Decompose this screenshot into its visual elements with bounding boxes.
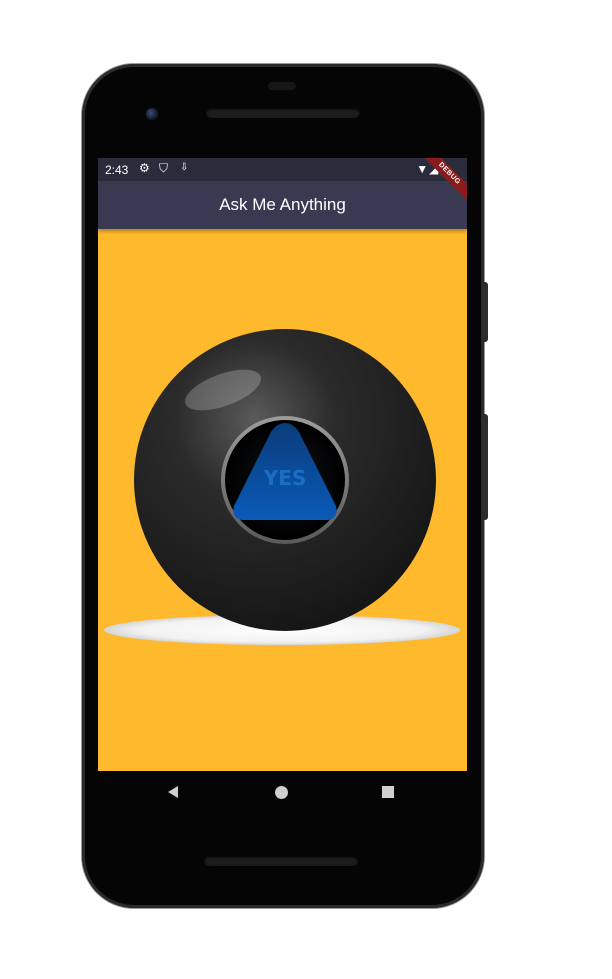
- shield-icon: ⛉: [159, 161, 169, 175]
- system-nav-bar: [98, 771, 467, 815]
- recent-apps-icon[interactable]: [382, 786, 394, 798]
- magic-ball-container[interactable]: YES: [98, 328, 467, 668]
- app-bar: Ask Me Anything: [98, 181, 467, 229]
- bottom-speaker: [204, 856, 358, 866]
- top-sensor: [268, 82, 296, 90]
- wifi-icon: ▼: [416, 162, 430, 176]
- volume-button: [483, 414, 488, 520]
- front-camera-icon: [146, 108, 158, 120]
- download-icon: ⇩: [180, 162, 189, 173]
- app-title: Ask Me Anything: [219, 195, 346, 214]
- answer-text: YES: [263, 466, 307, 490]
- home-icon[interactable]: [275, 786, 288, 799]
- earpiece-speaker: [206, 108, 360, 118]
- gear-icon: ⚙: [139, 161, 150, 175]
- magic-ball-image[interactable]: YES: [98, 328, 467, 668]
- app-screen: 2:43 ⚙ ⛉ ⇩ ▼◢▮ Ask Me Anything DEBUG: [98, 158, 467, 771]
- back-icon[interactable]: [168, 786, 178, 798]
- power-button: [483, 282, 488, 342]
- status-bar: 2:43 ⚙ ⛉ ⇩ ▼◢▮: [98, 158, 467, 181]
- status-time: 2:43: [105, 163, 129, 177]
